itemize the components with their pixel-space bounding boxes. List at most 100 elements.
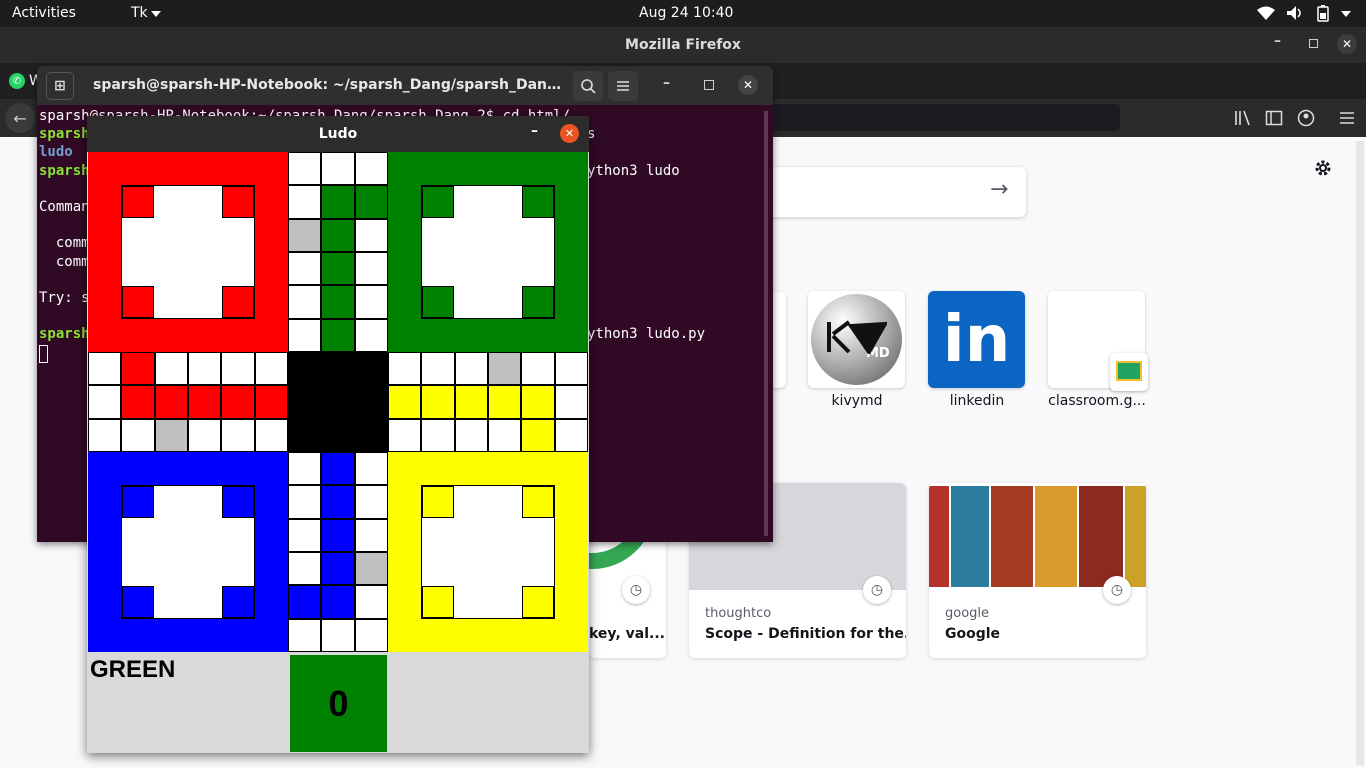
- board-cell[interactable]: [521, 418, 555, 452]
- board-cell[interactable]: [321, 452, 355, 486]
- yellow-token[interactable]: [422, 586, 454, 618]
- board-cell[interactable]: [388, 385, 422, 419]
- green-token[interactable]: [522, 286, 554, 318]
- board-cell[interactable]: [488, 418, 522, 452]
- board-cell[interactable]: [488, 385, 522, 419]
- ludo-board[interactable]: [88, 152, 588, 652]
- sidebar-icon[interactable]: [1265, 109, 1283, 127]
- board-cell[interactable]: [288, 252, 322, 286]
- board-cell[interactable]: [288, 285, 322, 319]
- account-icon[interactable]: [1297, 109, 1315, 127]
- terminal-minimize-button[interactable]: –: [663, 75, 670, 91]
- blue-token[interactable]: [122, 586, 154, 618]
- board-cell[interactable]: [121, 385, 155, 419]
- dice-display[interactable]: 0: [290, 655, 387, 752]
- search-go-arrow-icon[interactable]: →: [990, 177, 1008, 202]
- board-cell[interactable]: [88, 418, 122, 452]
- green-token[interactable]: [422, 286, 454, 318]
- board-cell[interactable]: [321, 185, 355, 219]
- board-cell[interactable]: [288, 552, 322, 586]
- board-cell[interactable]: [421, 385, 455, 419]
- board-cell[interactable]: [454, 418, 488, 452]
- board-cell[interactable]: [288, 152, 322, 186]
- firefox-minimize-button[interactable]: –: [1274, 33, 1281, 49]
- terminal-close-button[interactable]: ✕: [738, 75, 758, 95]
- activities-button[interactable]: Activities: [12, 5, 76, 21]
- board-cell[interactable]: [254, 385, 288, 419]
- blue-token[interactable]: [222, 486, 254, 518]
- board-cell[interactable]: [288, 585, 322, 619]
- board-cell[interactable]: [554, 418, 588, 452]
- system-status-area[interactable]: [1256, 5, 1356, 23]
- board-cell[interactable]: [354, 585, 388, 619]
- new-tab-icon[interactable]: ⊞: [46, 72, 74, 100]
- search-icon[interactable]: [573, 71, 603, 101]
- board-cell[interactable]: [554, 352, 588, 386]
- board-cell[interactable]: [288, 518, 322, 552]
- board-cell[interactable]: [154, 385, 188, 419]
- board-cell[interactable]: [288, 318, 322, 352]
- red-token[interactable]: [122, 186, 154, 218]
- board-cell[interactable]: [288, 218, 322, 252]
- board-cell[interactable]: [288, 618, 322, 652]
- board-cell[interactable]: [554, 385, 588, 419]
- yellow-token[interactable]: [422, 486, 454, 518]
- board-cell[interactable]: [221, 352, 255, 386]
- green-token[interactable]: [422, 186, 454, 218]
- board-cell[interactable]: [354, 318, 388, 352]
- board-cell[interactable]: [388, 418, 422, 452]
- board-cell[interactable]: [121, 352, 155, 386]
- board-cell[interactable]: [188, 418, 222, 452]
- board-cell[interactable]: [421, 418, 455, 452]
- app-menu[interactable]: Tk: [131, 5, 148, 21]
- url-bar[interactable]: [770, 104, 1120, 131]
- board-cell[interactable]: [354, 618, 388, 652]
- board-cell[interactable]: [354, 518, 388, 552]
- board-cell[interactable]: [354, 252, 388, 286]
- board-cell[interactable]: [321, 285, 355, 319]
- board-cell[interactable]: [354, 285, 388, 319]
- hamburger-menu-icon[interactable]: [608, 71, 638, 101]
- board-cell[interactable]: [288, 185, 322, 219]
- ludo-minimize-button[interactable]: –: [531, 123, 538, 139]
- board-cell[interactable]: [154, 352, 188, 386]
- board-cell[interactable]: [521, 385, 555, 419]
- firefox-maximize-button[interactable]: [1309, 39, 1318, 48]
- top-site-linkedin[interactable]: in linkedin: [928, 291, 1026, 411]
- board-cell[interactable]: [188, 385, 222, 419]
- firefox-close-button[interactable]: ✕: [1337, 34, 1357, 54]
- board-cell[interactable]: [354, 152, 388, 186]
- board-cell[interactable]: [88, 352, 122, 386]
- hamburger-menu-icon[interactable]: [1338, 109, 1356, 127]
- board-cell[interactable]: [88, 385, 122, 419]
- board-cell[interactable]: [221, 385, 255, 419]
- board-cell[interactable]: [288, 452, 322, 486]
- firefox-tab[interactable]: ✆ W: [0, 63, 43, 99]
- board-cell[interactable]: [488, 352, 522, 386]
- board-cell[interactable]: [321, 485, 355, 519]
- board-cell[interactable]: [121, 418, 155, 452]
- board-cell[interactable]: [388, 352, 422, 386]
- search-box[interactable]: →: [760, 167, 1026, 217]
- board-cell[interactable]: [321, 152, 355, 186]
- terminal-maximize-button[interactable]: [704, 80, 714, 90]
- board-cell[interactable]: [454, 352, 488, 386]
- board-cell[interactable]: [321, 318, 355, 352]
- page-scrollbar[interactable]: [1356, 141, 1364, 765]
- top-site-kivymd[interactable]: MD kivymd: [808, 291, 906, 411]
- board-cell[interactable]: [354, 485, 388, 519]
- board-cell[interactable]: [454, 385, 488, 419]
- red-token[interactable]: [222, 286, 254, 318]
- board-cell[interactable]: [188, 352, 222, 386]
- board-cell[interactable]: [354, 552, 388, 586]
- yellow-token[interactable]: [522, 486, 554, 518]
- library-icon[interactable]: [1234, 109, 1252, 127]
- board-cell[interactable]: [321, 552, 355, 586]
- board-cell[interactable]: [321, 585, 355, 619]
- board-cell[interactable]: [321, 218, 355, 252]
- green-token[interactable]: [522, 186, 554, 218]
- board-cell[interactable]: [154, 418, 188, 452]
- board-cell[interactable]: [221, 418, 255, 452]
- board-cell[interactable]: [321, 618, 355, 652]
- red-token[interactable]: [222, 186, 254, 218]
